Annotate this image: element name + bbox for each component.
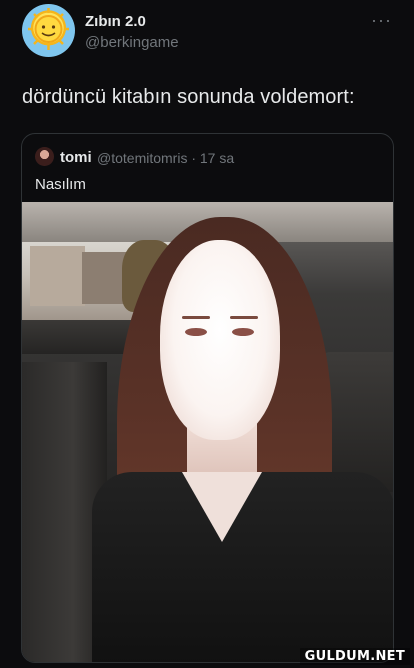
quoted-author-name[interactable]: tomi bbox=[60, 149, 92, 166]
quoted-tweet-photo[interactable] bbox=[22, 202, 393, 662]
tweet-text: dördüncü kitabın sonunda voldemort: bbox=[22, 86, 355, 108]
eyebrow bbox=[230, 316, 258, 319]
eye bbox=[185, 328, 207, 336]
watermark: GULDUM.NET bbox=[299, 648, 410, 665]
building bbox=[30, 246, 85, 306]
more-options-icon[interactable]: ··· bbox=[371, 10, 392, 31]
eyebrow bbox=[182, 316, 210, 319]
sun-avatar-image bbox=[28, 8, 69, 50]
quoted-author-meta: @totemitomris · 17 sa bbox=[97, 150, 235, 166]
eye bbox=[232, 328, 254, 336]
quoted-author-avatar[interactable] bbox=[35, 147, 54, 166]
author-handle[interactable]: @berkingame bbox=[85, 34, 179, 51]
author-name[interactable]: Zıbın 2.0 bbox=[85, 13, 146, 30]
author-avatar[interactable] bbox=[22, 4, 75, 57]
tweet: Zıbın 2.0 @berkingame ··· dördüncü kitab… bbox=[0, 0, 414, 668]
quoted-tweet-text: Nasılım bbox=[35, 176, 86, 193]
quoted-tweet-card[interactable]: tomi @totemitomris · 17 sa Nasılım bbox=[21, 133, 394, 663]
person-face bbox=[160, 240, 280, 440]
